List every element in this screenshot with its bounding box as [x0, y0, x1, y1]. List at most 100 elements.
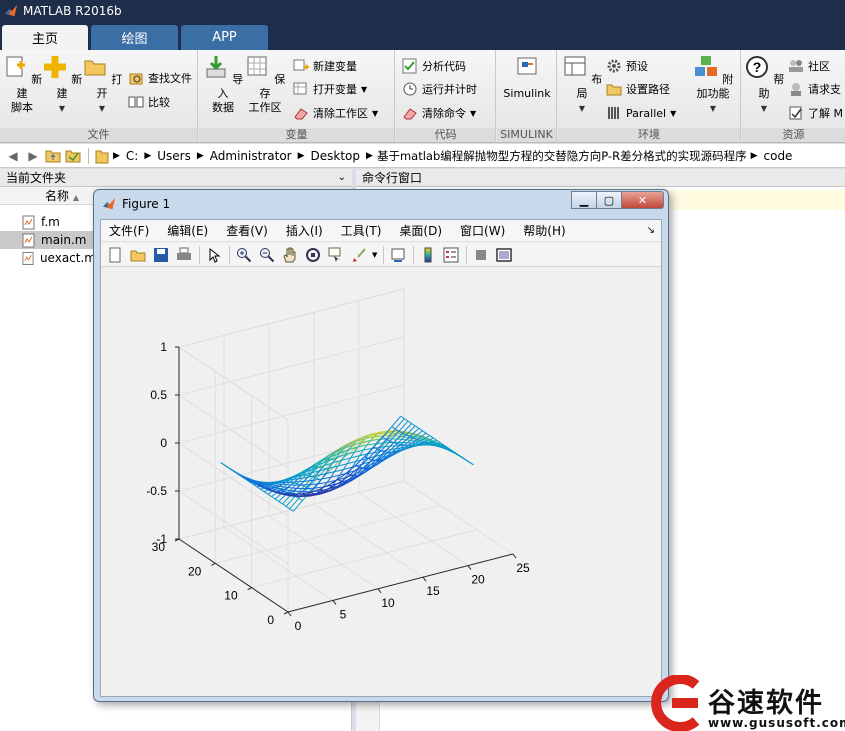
file-item-f-m[interactable]: f.m: [0, 213, 96, 231]
m-file-icon: [22, 251, 34, 265]
import-data-icon: [206, 56, 226, 78]
tab-plots[interactable]: 绘图: [91, 25, 178, 50]
hide-plot-tools-icon[interactable]: [471, 246, 491, 264]
set-path-button[interactable]: 设置路径: [606, 79, 670, 99]
toolbar-separator: [413, 245, 415, 264]
link-plot-icon[interactable]: [388, 246, 408, 264]
new-script-button[interactable]: 新建 脚本: [0, 54, 44, 115]
import-data-button[interactable]: 导入 数据: [201, 54, 245, 115]
simulink-icon: [517, 57, 537, 75]
address-bar: ◀ ▶ ▶ C: ▶ Users ▶ Administrator ▶ Deskt…: [0, 144, 845, 168]
save-workspace-icon: [247, 56, 267, 76]
addons-button[interactable]: 附加功能 ▼: [688, 54, 738, 116]
compare-button[interactable]: 比较: [128, 92, 170, 112]
colorbar-icon[interactable]: [418, 246, 438, 264]
layout-button[interactable]: 布局 ▼: [560, 54, 604, 116]
ribbon-tab-row: 主页 绘图 APP: [0, 22, 845, 50]
menu-tools[interactable]: 工具(T): [341, 222, 382, 239]
x-tick-label: 20: [471, 573, 485, 587]
chevron-down-icon: ▼: [58, 104, 66, 113]
select-arrow-icon[interactable]: [204, 246, 224, 264]
file-item-main-m[interactable]: main.m: [0, 231, 96, 249]
support-icon: [791, 83, 801, 96]
panel-menu-chevron-icon[interactable]: ⌄: [338, 169, 346, 187]
back-arrow-icon[interactable]: ◀: [4, 148, 22, 164]
parallel-button[interactable]: Parallel ▼: [606, 103, 676, 123]
save-workspace-button[interactable]: 保存 工作区: [243, 54, 287, 115]
x-tick-label: 25: [516, 561, 530, 575]
show-plot-tools-icon[interactable]: [494, 246, 514, 264]
request-support-button[interactable]: 请求支: [788, 79, 841, 99]
new-button[interactable]: 新建 ▼: [40, 54, 84, 116]
preferences-button[interactable]: 预设: [606, 56, 648, 76]
figure-title: Figure 1: [122, 197, 171, 211]
breadcrumb-desktop[interactable]: Desktop: [311, 149, 361, 163]
new-figure-icon[interactable]: [105, 246, 125, 264]
run-and-time-button[interactable]: 运行并计时: [402, 79, 477, 99]
eraser-icon: [403, 108, 417, 120]
open-file-icon[interactable]: [128, 246, 148, 264]
rotate-3d-icon[interactable]: [303, 246, 323, 264]
new-variable-icon: [293, 59, 309, 71]
pan-hand-icon[interactable]: [280, 246, 300, 264]
new-variable-button[interactable]: 新建变量: [293, 56, 357, 76]
figure-title-bar[interactable]: Figure 1 ▁ ▢ ✕: [94, 190, 668, 218]
zoom-in-icon[interactable]: [234, 246, 254, 264]
menu-window[interactable]: 窗口(W): [460, 222, 505, 239]
file-item-uexact-m[interactable]: uexact.m: [0, 249, 96, 267]
menu-edit[interactable]: 编辑(E): [167, 222, 208, 239]
maximize-button[interactable]: ▢: [596, 191, 622, 209]
community-users-icon: [789, 60, 803, 72]
mesh-line: [282, 483, 292, 486]
find-files-button[interactable]: 查找文件: [128, 68, 192, 88]
menu-file[interactable]: 文件(F): [109, 222, 149, 239]
tab-home[interactable]: 主页: [2, 25, 88, 50]
menu-desktop[interactable]: 桌面(D): [399, 222, 442, 239]
chevron-down-icon: ▼: [670, 108, 677, 118]
breadcrumb-drive[interactable]: C:: [126, 149, 138, 163]
breadcrumb-administrator[interactable]: Administrator: [210, 149, 292, 163]
toolbar-separator: [199, 245, 200, 264]
menu-view[interactable]: 查看(V): [226, 222, 268, 239]
x-tick-label: 10: [381, 596, 395, 610]
tab-apps[interactable]: APP: [181, 25, 268, 50]
breadcrumb-separator: ▶: [297, 150, 305, 161]
legend-icon[interactable]: [441, 246, 461, 264]
chevron-down-icon: ▼: [361, 84, 368, 94]
menu-insert[interactable]: 插入(I): [286, 222, 323, 239]
simulink-button[interactable]: Simulink: [502, 54, 552, 101]
chevron-down-icon: ▼: [372, 108, 379, 118]
current-folder-header: 当前文件夹 ⌄: [0, 169, 352, 187]
brush-icon[interactable]: [349, 246, 369, 264]
close-button[interactable]: ✕: [621, 191, 664, 209]
zoom-out-icon[interactable]: [257, 246, 277, 264]
community-button[interactable]: 社区: [788, 56, 830, 76]
analyze-code-button[interactable]: 分析代码: [402, 56, 466, 76]
m-file-icon: [22, 215, 35, 229]
minimize-button[interactable]: ▁: [571, 191, 597, 209]
data-cursor-icon[interactable]: [326, 246, 346, 264]
clear-workspace-button[interactable]: 清除工作区 ▼: [293, 103, 378, 123]
help-button[interactable]: ? 帮助 ▼: [742, 54, 786, 116]
clear-commands-button[interactable]: 清除命令 ▼: [402, 103, 476, 123]
breadcrumb-users[interactable]: Users: [157, 149, 191, 163]
chevron-down-icon: ▼: [578, 104, 586, 113]
breadcrumb-code[interactable]: code: [764, 149, 793, 163]
open-variable-button[interactable]: 打开变量 ▼: [293, 79, 367, 99]
learn-matlab-button[interactable]: 了解 M: [788, 103, 843, 123]
chevron-down-icon[interactable]: ▼: [372, 251, 377, 259]
menu-help[interactable]: 帮助(H): [523, 222, 565, 239]
plot-background: [101, 268, 661, 696]
browse-folder-icon[interactable]: [64, 148, 82, 164]
breadcrumb-project-folder[interactable]: 基于matlab编程解抛物型方程的交替隐方向P-R差分格式的实现源码程序: [377, 148, 747, 164]
app-title: MATLAB R2016b: [23, 4, 122, 18]
figure-plot-area[interactable]: 0 5 10 15 20 25 0 10 20 30 -1 -0.5 0 0.5 1: [101, 268, 661, 696]
forward-arrow-icon[interactable]: ▶: [24, 148, 42, 164]
up-folder-icon[interactable]: [44, 148, 62, 164]
open-button[interactable]: 打开 ▼: [80, 54, 124, 116]
dock-arrow-icon[interactable]: ↘: [647, 225, 655, 236]
save-icon[interactable]: [151, 246, 171, 264]
group-label-code: 代码: [396, 128, 495, 142]
y-tick-label: 0: [267, 613, 274, 627]
print-icon[interactable]: [174, 246, 194, 264]
